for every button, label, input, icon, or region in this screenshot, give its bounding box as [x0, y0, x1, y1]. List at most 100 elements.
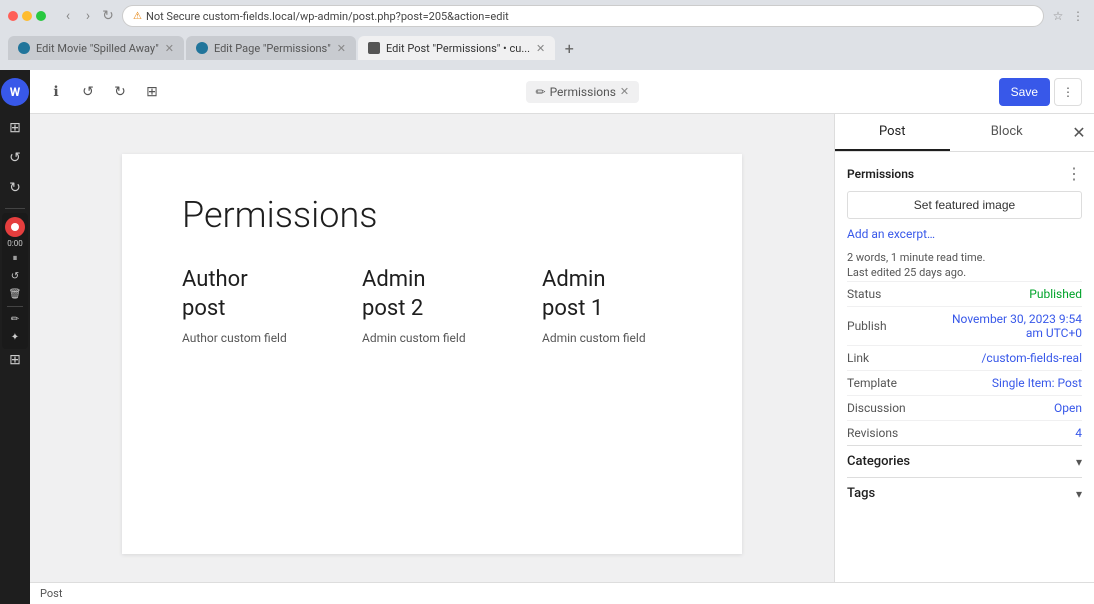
- categories-collapsible[interactable]: Categories ▾: [847, 445, 1082, 477]
- permissions-section-header: Permissions ⋮: [847, 164, 1082, 183]
- effects-btn[interactable]: ✦: [5, 329, 25, 345]
- tab2-label: Edit Page "Permissions": [214, 42, 331, 55]
- tags-label: Tags: [847, 486, 875, 501]
- tab3-label: Edit Post "Permissions" • cu...: [386, 42, 530, 55]
- toolbar-separator-1: [5, 208, 25, 209]
- wp-logo[interactable]: W: [1, 78, 29, 106]
- editor-tools-icon[interactable]: ⊞: [1, 114, 29, 142]
- sidebar-close-btn[interactable]: ✕: [1064, 114, 1094, 151]
- browser-right-icons: ☆ ⋮: [1050, 8, 1086, 24]
- editor-tab-label: Permissions: [550, 85, 616, 99]
- dot-red[interactable]: [8, 11, 18, 21]
- browser-nav-icons: ‹ › ↻: [60, 8, 116, 24]
- dot-green[interactable]: [36, 11, 46, 21]
- editor-tab-permissions[interactable]: ✏ Permissions ✕: [526, 81, 640, 103]
- pause-recording-btn[interactable]: ⏸: [5, 250, 25, 266]
- browser-tab-2[interactable]: Edit Page "Permissions" ✕: [186, 36, 356, 60]
- status-bar-text: Post: [40, 587, 62, 600]
- discussion-value[interactable]: Open: [1054, 401, 1082, 415]
- undo-icon[interactable]: ↺: [74, 78, 102, 106]
- star-icon[interactable]: ☆: [1050, 8, 1066, 24]
- tab2-close[interactable]: ✕: [337, 42, 346, 55]
- link-row: Link /custom-fields-real: [847, 345, 1082, 370]
- author-custom-field: Author custom field: [182, 331, 322, 345]
- add-excerpt-link[interactable]: Add an excerpt…: [847, 227, 1082, 241]
- close-tab-icon[interactable]: ✕: [620, 85, 629, 98]
- revisions-value[interactable]: 4: [1075, 426, 1082, 440]
- recording-overlay: 0:00 ⏸ ↺ 🗑 ✏ ✦: [2, 213, 28, 349]
- address-bar[interactable]: ⚠ Not Secure custom-fields.local/wp-admi…: [122, 5, 1044, 27]
- admin-post-2-title: Adminpost 2: [362, 266, 502, 323]
- words-meta: 2 words, 1 minute read time.: [847, 251, 1082, 264]
- status-value[interactable]: Published: [1029, 287, 1082, 301]
- back-icon[interactable]: ‹: [60, 8, 76, 24]
- tab-post[interactable]: Post: [835, 114, 950, 151]
- browser-tabs-bar: Edit Movie "Spilled Away" ✕ Edit Page "P…: [0, 32, 1094, 60]
- categories-chevron-icon: ▾: [1076, 455, 1082, 469]
- new-tab-icon[interactable]: +: [557, 36, 581, 60]
- sidebar-content: Permissions ⋮ Set featured image Add an …: [835, 152, 1094, 582]
- permissions-more-icon[interactable]: ⋮: [1066, 164, 1082, 183]
- draw-btn[interactable]: ✏: [5, 311, 25, 327]
- discussion-row: Discussion Open: [847, 395, 1082, 420]
- post-item-admin1: Adminpost 1 Admin custom field: [542, 266, 682, 345]
- settings-button[interactable]: ⋮: [1054, 78, 1082, 106]
- revisions-label: Revisions: [847, 426, 898, 440]
- redo-toolbar-icon[interactable]: ↻: [1, 174, 29, 202]
- browser-dots: [8, 11, 46, 21]
- template-row: Template Single Item: Post: [847, 370, 1082, 395]
- forward-icon[interactable]: ›: [80, 8, 96, 24]
- tags-chevron-icon: ▾: [1076, 487, 1082, 501]
- categories-label: Categories: [847, 454, 910, 469]
- template-label: Template: [847, 376, 897, 390]
- browser-chrome: ‹ › ↻ ⚠ Not Secure custom-fields.local/w…: [0, 0, 1094, 70]
- editor-right-actions: Save ⋮: [999, 78, 1082, 106]
- delete-recording-btn[interactable]: 🗑: [5, 286, 25, 302]
- admin-post-1-title: Adminpost 1: [542, 266, 682, 323]
- featured-image-button[interactable]: Set featured image: [847, 191, 1082, 219]
- grid-icon[interactable]: ⊞: [1, 346, 29, 374]
- admin1-custom-field: Admin custom field: [542, 331, 682, 345]
- tab-block[interactable]: Block: [950, 114, 1065, 151]
- publish-row: Publish November 30, 2023 9:54 am UTC+0: [847, 306, 1082, 345]
- tab2-favicon: [196, 42, 208, 54]
- editor-area: ℹ ↺ ↻ ⊞ ✏ Permissions ✕ Save ⋮: [30, 70, 1094, 604]
- redo-icon[interactable]: ↻: [106, 78, 134, 106]
- wp-logo-icon: W: [10, 85, 21, 99]
- block-tools-icon[interactable]: ⊞: [138, 78, 166, 106]
- rewind-recording-btn[interactable]: ↺: [5, 268, 25, 284]
- address-text: Not Secure custom-fields.local/wp-admin/…: [146, 10, 509, 23]
- tab1-favicon: [18, 42, 30, 54]
- page-content: Permissions Authorpost Author custom fie…: [122, 154, 742, 554]
- dot-yellow[interactable]: [22, 11, 32, 21]
- edited-meta: Last edited 25 days ago.: [847, 266, 1082, 279]
- link-label: Link: [847, 351, 869, 365]
- recording-indicator: [5, 217, 25, 237]
- edit-pencil-icon: ✏: [536, 85, 546, 99]
- undo-toolbar-icon[interactable]: ↺: [1, 144, 29, 172]
- right-sidebar: Post Block ✕ Permissions ⋮ Set featured …: [834, 114, 1094, 582]
- browser-top-bar: ‹ › ↻ ⚠ Not Secure custom-fields.local/w…: [0, 0, 1094, 32]
- posts-grid: Authorpost Author custom field Adminpost…: [182, 266, 682, 345]
- post-item-author: Authorpost Author custom field: [182, 266, 322, 345]
- menu-icon[interactable]: ⋮: [1070, 8, 1086, 24]
- recording-dot: [11, 223, 19, 231]
- browser-tab-1[interactable]: Edit Movie "Spilled Away" ✕: [8, 36, 184, 60]
- tab3-close[interactable]: ✕: [536, 42, 545, 55]
- template-value[interactable]: Single Item: Post: [992, 376, 1082, 390]
- browser-tab-3[interactable]: Edit Post "Permissions" • cu... ✕: [358, 36, 555, 60]
- save-button[interactable]: Save: [999, 78, 1050, 106]
- editor-center-tabs: ✏ Permissions ✕: [174, 81, 991, 103]
- link-value[interactable]: /custom-fields-real: [981, 351, 1082, 365]
- tags-collapsible[interactable]: Tags ▾: [847, 477, 1082, 509]
- publish-value[interactable]: November 30, 2023 9:54 am UTC+0: [952, 312, 1082, 340]
- editor-topbar: ℹ ↺ ↻ ⊞ ✏ Permissions ✕ Save ⋮: [30, 70, 1094, 114]
- lock-icon: ⚠: [133, 11, 142, 22]
- discussion-label: Discussion: [847, 401, 906, 415]
- refresh-icon[interactable]: ↻: [100, 8, 116, 24]
- tab1-close[interactable]: ✕: [165, 42, 174, 55]
- post-item-admin2: Adminpost 2 Admin custom field: [362, 266, 502, 345]
- content-area: Permissions Authorpost Author custom fie…: [30, 114, 1094, 582]
- tab1-label: Edit Movie "Spilled Away": [36, 42, 159, 55]
- details-icon[interactable]: ℹ: [42, 78, 70, 106]
